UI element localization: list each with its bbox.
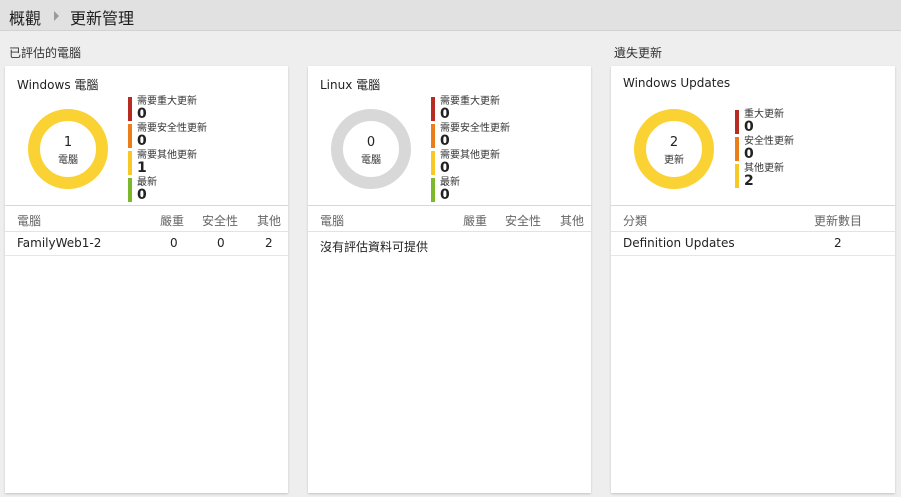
cell-security: 0 <box>217 236 225 250</box>
column-header-security[interactable]: 安全性 <box>202 212 238 229</box>
column-header-classification[interactable]: 分類 <box>623 212 647 229</box>
legend-item-security[interactable]: 需要安全性更新 0 <box>128 123 207 150</box>
legend-label: 需要其他更新 <box>440 150 500 161</box>
breadcrumb-bar: 概觀 更新管理 <box>0 0 901 31</box>
legend-item-security[interactable]: 需要安全性更新 0 <box>431 123 510 150</box>
table-header: 電腦 嚴重 安全性 其他 <box>308 206 591 232</box>
cell-computer-name: FamilyWeb1-2 <box>17 236 102 250</box>
donut-count: 2 <box>669 135 679 150</box>
windows-computers-table: 電腦 嚴重 安全性 其他 FamilyWeb1-2 0 0 2 <box>5 206 288 493</box>
missing-updates-tile: Windows Updates 2 更新 重大更新 0 安全性更新 0 其他更新 <box>611 66 895 493</box>
legend-color-bar <box>431 97 435 121</box>
legend-color-bar <box>735 110 739 134</box>
legend-color-bar <box>431 151 435 175</box>
legend-color-bar <box>128 97 132 121</box>
legend-value: 0 <box>440 187 450 203</box>
legend-item-other[interactable]: 需要其他更新 0 <box>431 150 510 177</box>
tile-title: Windows Updates <box>623 76 731 90</box>
legend-item-critical[interactable]: 重大更新 0 <box>735 109 794 136</box>
linux-computers-tile: Linux 電腦 0 電腦 需要重大更新 0 需要安全性更新 0 需要其他更新 <box>308 66 591 493</box>
legend-label: 需要安全性更新 <box>440 123 510 134</box>
cell-critical: 0 <box>170 236 178 250</box>
legend-label: 需要重大更新 <box>137 96 197 107</box>
column-header-critical[interactable]: 嚴重 <box>160 212 184 229</box>
donut-count: 1 <box>63 135 73 150</box>
legend-color-bar <box>128 151 132 175</box>
legend-color-bar <box>735 137 739 161</box>
missing-updates-donut[interactable]: 2 更新 <box>634 109 714 189</box>
legend-value: 0 <box>440 106 450 122</box>
donut-label: 電腦 <box>58 155 78 166</box>
legend-item-critical[interactable]: 需要重大更新 0 <box>431 96 510 123</box>
windows-computers-summary[interactable]: Windows 電腦 1 電腦 需要重大更新 0 需要安全性更新 0 需要其他更… <box>5 66 288 206</box>
column-header-security[interactable]: 安全性 <box>505 212 541 229</box>
legend-label: 需要重大更新 <box>440 96 500 107</box>
legend-value: 0 <box>137 187 147 203</box>
column-header-computer[interactable]: 電腦 <box>320 212 344 229</box>
chevron-right-icon <box>54 11 59 21</box>
legend-value: 0 <box>744 146 754 162</box>
windows-computers-donut[interactable]: 1 電腦 <box>28 109 108 189</box>
legend-value: 0 <box>744 119 754 135</box>
legend-color-bar <box>128 124 132 148</box>
linux-computers-summary[interactable]: Linux 電腦 0 電腦 需要重大更新 0 需要安全性更新 0 需要其他更新 <box>308 66 591 206</box>
legend-label: 最新 <box>440 177 460 188</box>
legend-color-bar <box>735 164 739 188</box>
missing-updates-legend: 重大更新 0 安全性更新 0 其他更新 2 <box>735 109 794 190</box>
breadcrumb-current: 更新管理 <box>70 9 135 28</box>
cell-other: 2 <box>265 236 273 250</box>
legend-value: 2 <box>744 173 754 189</box>
empty-state-message: 沒有評估資料可提供 <box>320 240 429 254</box>
legend-color-bar <box>431 124 435 148</box>
donut-count: 0 <box>366 135 376 150</box>
legend-color-bar <box>431 178 435 202</box>
column-header-update-count[interactable]: 更新數目 <box>814 212 862 229</box>
legend-value: 0 <box>440 133 450 149</box>
legend-item-other[interactable]: 其他更新 2 <box>735 163 794 190</box>
windows-computers-tile: Windows 電腦 1 電腦 需要重大更新 0 需要安全性更新 0 需要其他更… <box>5 66 288 493</box>
table-row[interactable]: FamilyWeb1-2 0 0 2 <box>5 232 288 256</box>
legend-item-uptodate[interactable]: 最新 0 <box>431 177 510 204</box>
legend-value: 1 <box>137 160 147 176</box>
legend-item-security[interactable]: 安全性更新 0 <box>735 136 794 163</box>
breadcrumb-overview-link[interactable]: 概觀 <box>9 5 41 29</box>
legend-label: 需要安全性更新 <box>137 123 207 134</box>
donut-label: 電腦 <box>361 155 381 166</box>
windows-computers-legend: 需要重大更新 0 需要安全性更新 0 需要其他更新 1 最新 0 <box>128 96 207 204</box>
table-header: 分類 更新數目 <box>611 206 895 232</box>
section-title-missing-updates: 遺失更新 <box>614 46 663 60</box>
column-header-critical[interactable]: 嚴重 <box>463 212 487 229</box>
missing-updates-summary[interactable]: Windows Updates 2 更新 重大更新 0 安全性更新 0 其他更新 <box>611 66 895 206</box>
linux-computers-table: 電腦 嚴重 安全性 其他 沒有評估資料可提供 <box>308 206 591 493</box>
legend-label: 最新 <box>137 177 157 188</box>
legend-label: 需要其他更新 <box>137 150 197 161</box>
legend-item-critical[interactable]: 需要重大更新 0 <box>128 96 207 123</box>
legend-value: 0 <box>137 133 147 149</box>
column-header-computer[interactable]: 電腦 <box>17 212 41 229</box>
table-header: 電腦 嚴重 安全性 其他 <box>5 206 288 232</box>
legend-item-other[interactable]: 需要其他更新 1 <box>128 150 207 177</box>
donut-label: 更新 <box>664 155 684 166</box>
legend-value: 0 <box>137 106 147 122</box>
linux-computers-donut[interactable]: 0 電腦 <box>331 109 411 189</box>
tile-title: Linux 電腦 <box>320 78 381 92</box>
cell-update-count: 2 <box>834 236 842 250</box>
linux-computers-legend: 需要重大更新 0 需要安全性更新 0 需要其他更新 0 最新 0 <box>431 96 510 204</box>
cell-classification: Definition Updates <box>623 236 735 250</box>
column-header-other[interactable]: 其他 <box>257 212 281 229</box>
missing-updates-table: 分類 更新數目 Definition Updates 2 <box>611 206 895 493</box>
table-row[interactable]: Definition Updates 2 <box>611 232 895 256</box>
tile-title: Windows 電腦 <box>17 78 99 92</box>
legend-value: 0 <box>440 160 450 176</box>
section-title-assessed: 已評估的電腦 <box>9 46 82 60</box>
legend-color-bar <box>128 178 132 202</box>
legend-item-uptodate[interactable]: 最新 0 <box>128 177 207 204</box>
column-header-other[interactable]: 其他 <box>560 212 584 229</box>
